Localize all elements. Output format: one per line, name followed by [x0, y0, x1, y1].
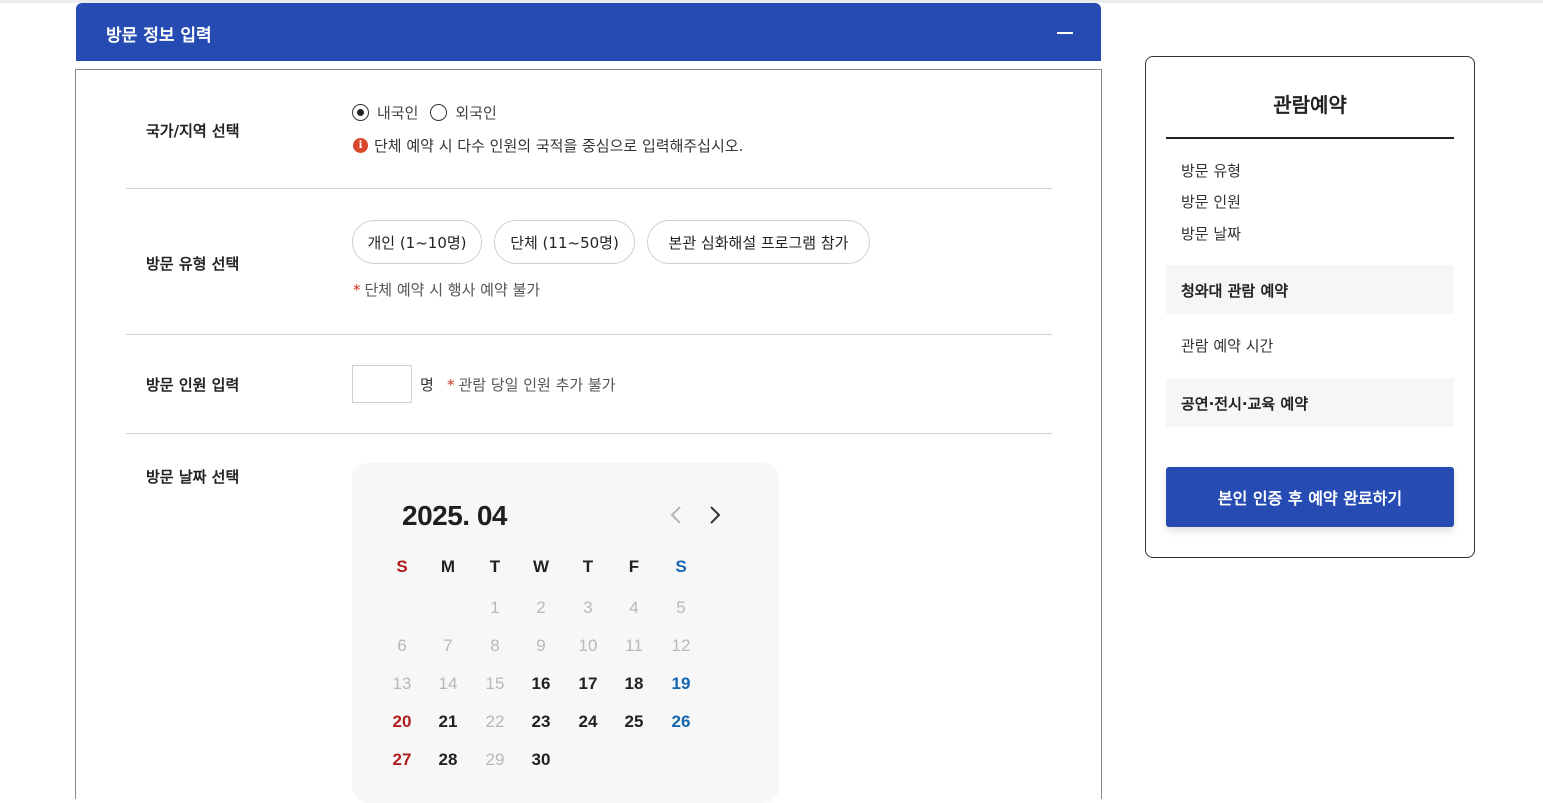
headcount-unit: 명 [420, 376, 434, 394]
calendar-day: 12 [671, 636, 691, 655]
visit-info-body: 국가/지역 선택 내국인 외국인 i 단체 예약 시 다수 인원의 국적을 중심… [75, 69, 1102, 803]
calendar-day[interactable]: 18 [614, 674, 654, 694]
summary-item-time: 관람 예약 시간 [1181, 337, 1274, 355]
summary-section-tour: 청와대 관람 예약 [1166, 265, 1454, 314]
info-icon: i [353, 138, 368, 153]
summary-section-events: 공연·전시·교육 예약 [1166, 378, 1454, 427]
panel-title: 방문 정보 입력 [106, 26, 212, 46]
calendar-day: 15 [485, 674, 505, 693]
calendar-day[interactable]: 20 [382, 712, 422, 732]
weekday-header: F [628, 557, 640, 576]
visit-type-individual-button[interactable]: 개인 (1~10명) [352, 220, 482, 264]
summary-section-tour-label: 청와대 관람 예약 [1181, 282, 1289, 300]
radio-domestic-label[interactable]: 내국인 [377, 102, 418, 123]
calendar-day[interactable]: 16 [521, 674, 561, 694]
calendar-day: 29 [485, 750, 505, 769]
calendar-day[interactable]: 21 [428, 712, 468, 732]
submit-reservation-button[interactable]: 본인 인증 후 예약 완료하기 [1166, 467, 1454, 527]
weekday-header: W [532, 557, 550, 576]
country-notice-text: 단체 예약 시 다수 인원의 국적을 중심으로 입력해주십시오. [374, 137, 744, 155]
radio-domestic[interactable] [352, 104, 369, 121]
weekday-header: T [582, 557, 594, 576]
calendar-day[interactable]: 25 [614, 712, 654, 732]
calendar-day[interactable]: 23 [521, 712, 561, 732]
calendar-day: 2 [536, 598, 546, 617]
divider [126, 433, 1052, 434]
chevron-right-icon[interactable] [704, 503, 726, 527]
calendar-day[interactable]: 28 [428, 750, 468, 770]
divider [126, 188, 1052, 189]
calendar-month-title: 2025. 04 [402, 500, 508, 531]
radio-foreign[interactable] [430, 104, 448, 121]
minus-icon[interactable] [1057, 23, 1073, 41]
visit-info-header[interactable]: 방문 정보 입력 [76, 3, 1101, 61]
calendar-day: 1 [490, 598, 500, 617]
summary-item-date: 방문 날짜 [1181, 225, 1241, 243]
calendar-day: 3 [583, 598, 593, 617]
visit-type-group-button[interactable]: 단체 (11~50명) [494, 220, 635, 264]
weekday-header: S [396, 557, 408, 576]
weekday-header: S [675, 557, 687, 576]
summary-item-visit-type: 방문 유형 [1181, 162, 1241, 180]
date-label: 방문 날짜 선택 [146, 468, 240, 486]
headcount-input[interactable] [352, 365, 412, 403]
headcount-label: 방문 인원 입력 [146, 376, 240, 394]
calendar-day: 11 [625, 636, 643, 655]
reservation-summary: 관람예약 방문 유형 방문 인원 방문 날짜 청와대 관람 예약 관람 예약 시… [1145, 56, 1475, 558]
calendar-day: 8 [490, 636, 500, 655]
chevron-left-icon[interactable] [665, 503, 687, 527]
calendar-day: 22 [485, 712, 505, 731]
visit-type-note: * 단체 예약 시 행사 예약 불가 [353, 279, 540, 300]
calendar-day[interactable]: 17 [568, 674, 608, 694]
calendar-day[interactable]: 30 [521, 750, 561, 770]
visit-type-note-text: 단체 예약 시 행사 예약 불가 [364, 281, 541, 299]
calendar-day: 5 [676, 598, 686, 617]
calendar-day[interactable]: 27 [382, 750, 422, 770]
divider [126, 334, 1052, 335]
visit-type-label: 방문 유형 선택 [146, 255, 240, 273]
calendar-day: 9 [536, 636, 546, 655]
country-notice: i 단체 예약 시 다수 인원의 국적을 중심으로 입력해주십시오. [353, 135, 743, 156]
calendar-day: 7 [443, 636, 453, 655]
calendar-day[interactable]: 24 [568, 712, 608, 732]
headcount-note: * 관람 당일 인원 추가 불가 [447, 374, 616, 395]
calendar-day[interactable]: 26 [661, 712, 701, 732]
calendar-day: 6 [397, 636, 407, 655]
weekday-header: M [440, 557, 456, 576]
calendar-day[interactable]: 19 [661, 674, 701, 694]
required-marker: * [447, 376, 455, 394]
calendar: 2025. 04 S M T W T F S 1 2 3 4 5 6 7 8 9 10 11 12 13 14 15 16 1… [352, 463, 779, 803]
calendar-day: 13 [392, 674, 412, 693]
summary-section-events-label: 공연·전시·교육 예약 [1181, 395, 1309, 413]
calendar-day: 14 [438, 674, 458, 693]
radio-foreign-label[interactable]: 외국인 [455, 102, 496, 123]
calendar-day: 10 [578, 636, 598, 655]
country-radio-group: 내국인 외국인 [352, 102, 509, 123]
summary-divider [1166, 137, 1454, 139]
weekday-header: T [489, 557, 501, 576]
headcount-note-text: 관람 당일 인원 추가 불가 [458, 376, 616, 394]
summary-title: 관람예약 [1273, 93, 1347, 117]
calendar-day: 4 [629, 598, 639, 617]
required-marker: * [353, 281, 361, 299]
summary-item-headcount: 방문 인원 [1181, 193, 1241, 211]
country-label: 국가/지역 선택 [146, 122, 240, 140]
visit-type-program-button[interactable]: 본관 심화해설 프로그램 참가 [647, 220, 870, 264]
